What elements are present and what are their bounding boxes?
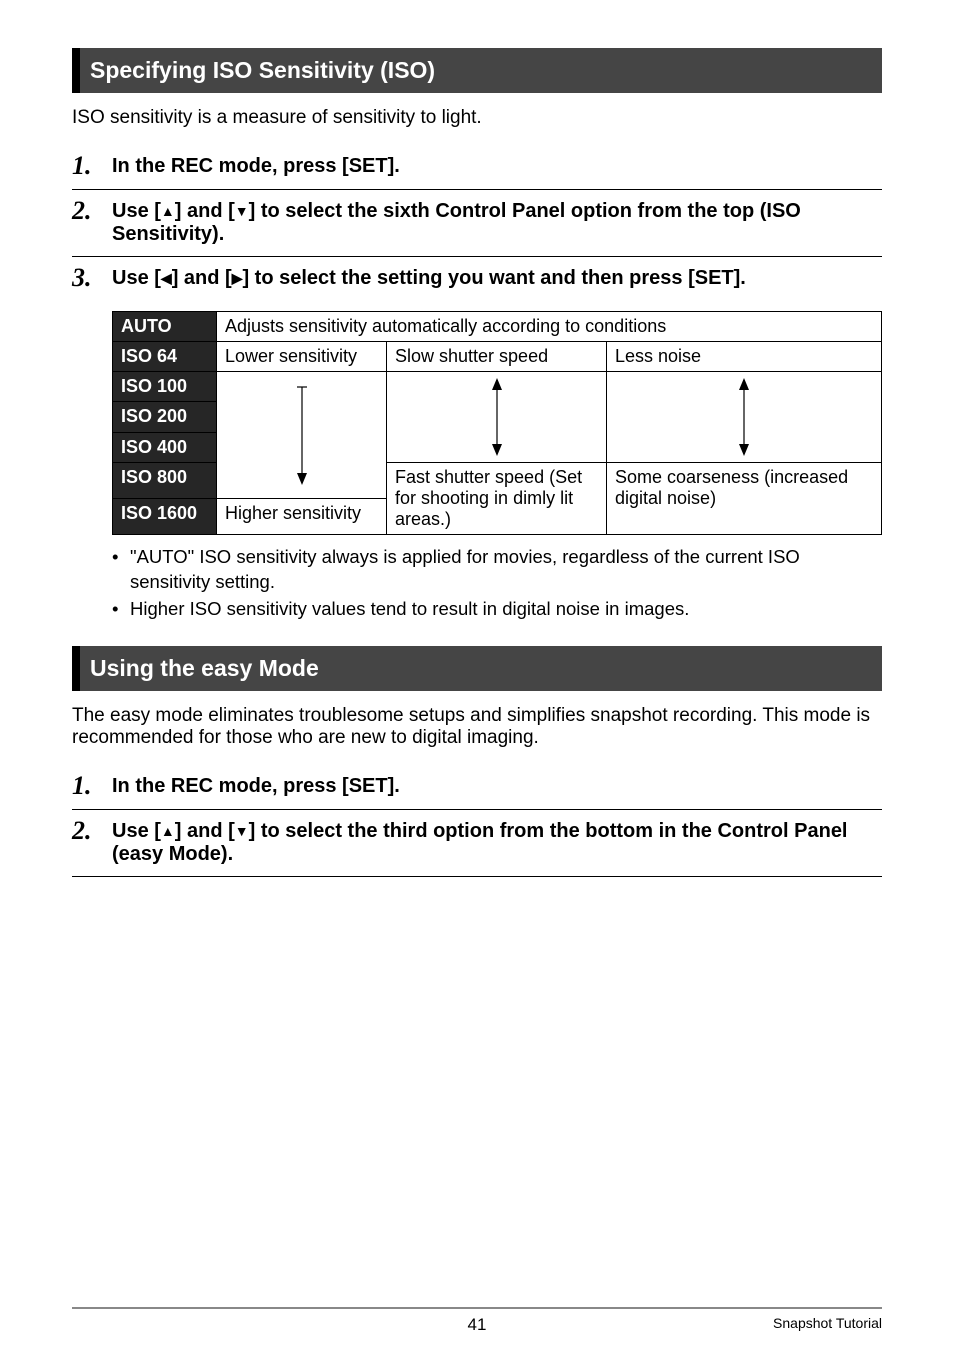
- step-number: 1.: [72, 153, 100, 179]
- iso-intro: ISO sensitivity is a measure of sensitiv…: [72, 107, 882, 129]
- step-number: 3.: [72, 265, 100, 291]
- text-fragment: Use [: [112, 200, 161, 222]
- section-heading-iso: Specifying ISO Sensitivity (ISO): [72, 48, 882, 93]
- footer-label: Snapshot Tutorial: [773, 1315, 882, 1331]
- step-number: 2.: [72, 198, 100, 246]
- step-1-iso: 1. In the REC mode, press [SET].: [72, 145, 882, 190]
- down-arrow-icon: ▼: [235, 823, 249, 839]
- note-item: Higher ISO sensitivity values tend to re…: [112, 597, 882, 622]
- step-text: In the REC mode, press [SET].: [112, 153, 882, 179]
- cell: Lower sensitivity: [217, 342, 387, 372]
- cell: Fast shutter speed (Set for shooting in …: [387, 463, 607, 535]
- text-fragment: ] and [: [175, 820, 235, 842]
- iso-label: ISO 400: [113, 432, 217, 462]
- iso-label: ISO 1600: [113, 499, 217, 535]
- up-arrow-icon: ▲: [161, 823, 175, 839]
- noise-arrow-cell: [607, 372, 882, 463]
- cell: Less noise: [607, 342, 882, 372]
- left-arrow-icon: ◀: [161, 270, 172, 287]
- step-2-iso: 2. Use [▲] and [▼] to select the sixth C…: [72, 190, 882, 257]
- cell: Slow shutter speed: [387, 342, 607, 372]
- text-fragment: Use [: [112, 820, 161, 842]
- cell: Higher sensitivity: [217, 499, 387, 535]
- step-3-iso: 3. Use [◀] and [▶] to select the setting…: [72, 257, 882, 301]
- text-fragment: ] and [: [175, 200, 235, 222]
- iso-label: ISO 100: [113, 372, 217, 402]
- table-row: ISO 64 Lower sensitivity Slow shutter sp…: [113, 342, 882, 372]
- iso-label: AUTO: [113, 312, 217, 342]
- text-fragment: Use [: [112, 267, 161, 289]
- step-1-easy: 1. In the REC mode, press [SET].: [72, 765, 882, 810]
- step-text: Use [◀] and [▶] to select the setting yo…: [112, 265, 882, 291]
- step-text: Use [▲] and [▼] to select the sixth Cont…: [112, 198, 882, 246]
- note-item: "AUTO" ISO sensitivity always is applied…: [112, 545, 882, 595]
- down-arrow-icon: [294, 385, 310, 485]
- down-arrow-icon: ▼: [235, 203, 249, 219]
- cell: Some coarseness (increased digital noise…: [607, 463, 882, 535]
- iso-label: ISO 200: [113, 402, 217, 432]
- step-2-easy: 2. Use [▲] and [▼] to select the third o…: [72, 810, 882, 877]
- up-arrow-icon: ▲: [161, 203, 175, 219]
- iso-label: ISO 800: [113, 463, 217, 499]
- text-fragment: ] to select the setting you want and the…: [242, 267, 745, 289]
- auto-desc: Adjusts sensitivity automatically accord…: [217, 312, 882, 342]
- table-row: AUTO Adjusts sensitivity automatically a…: [113, 312, 882, 342]
- page-footer: 41 Snapshot Tutorial: [72, 1307, 882, 1331]
- step-text: In the REC mode, press [SET].: [112, 773, 882, 799]
- page-number: 41: [468, 1315, 487, 1335]
- step-text: Use [▲] and [▼] to select the third opti…: [112, 818, 882, 866]
- easy-intro: The easy mode eliminates troublesome set…: [72, 705, 882, 749]
- step-number: 1.: [72, 773, 100, 799]
- iso-label: ISO 64: [113, 342, 217, 372]
- updown-arrow-icon: [736, 378, 752, 456]
- text-fragment: ] and [: [172, 267, 232, 289]
- iso-table: AUTO Adjusts sensitivity automatically a…: [112, 311, 882, 535]
- section-heading-easy: Using the easy Mode: [72, 646, 882, 691]
- table-row: ISO 100: [113, 372, 882, 402]
- step-number: 2.: [72, 818, 100, 866]
- shutter-arrow-cell: [387, 372, 607, 463]
- updown-arrow-icon: [489, 378, 505, 456]
- right-arrow-icon: ▶: [232, 270, 243, 287]
- sensitivity-arrow-cell: [217, 372, 387, 499]
- iso-notes: "AUTO" ISO sensitivity always is applied…: [112, 545, 882, 622]
